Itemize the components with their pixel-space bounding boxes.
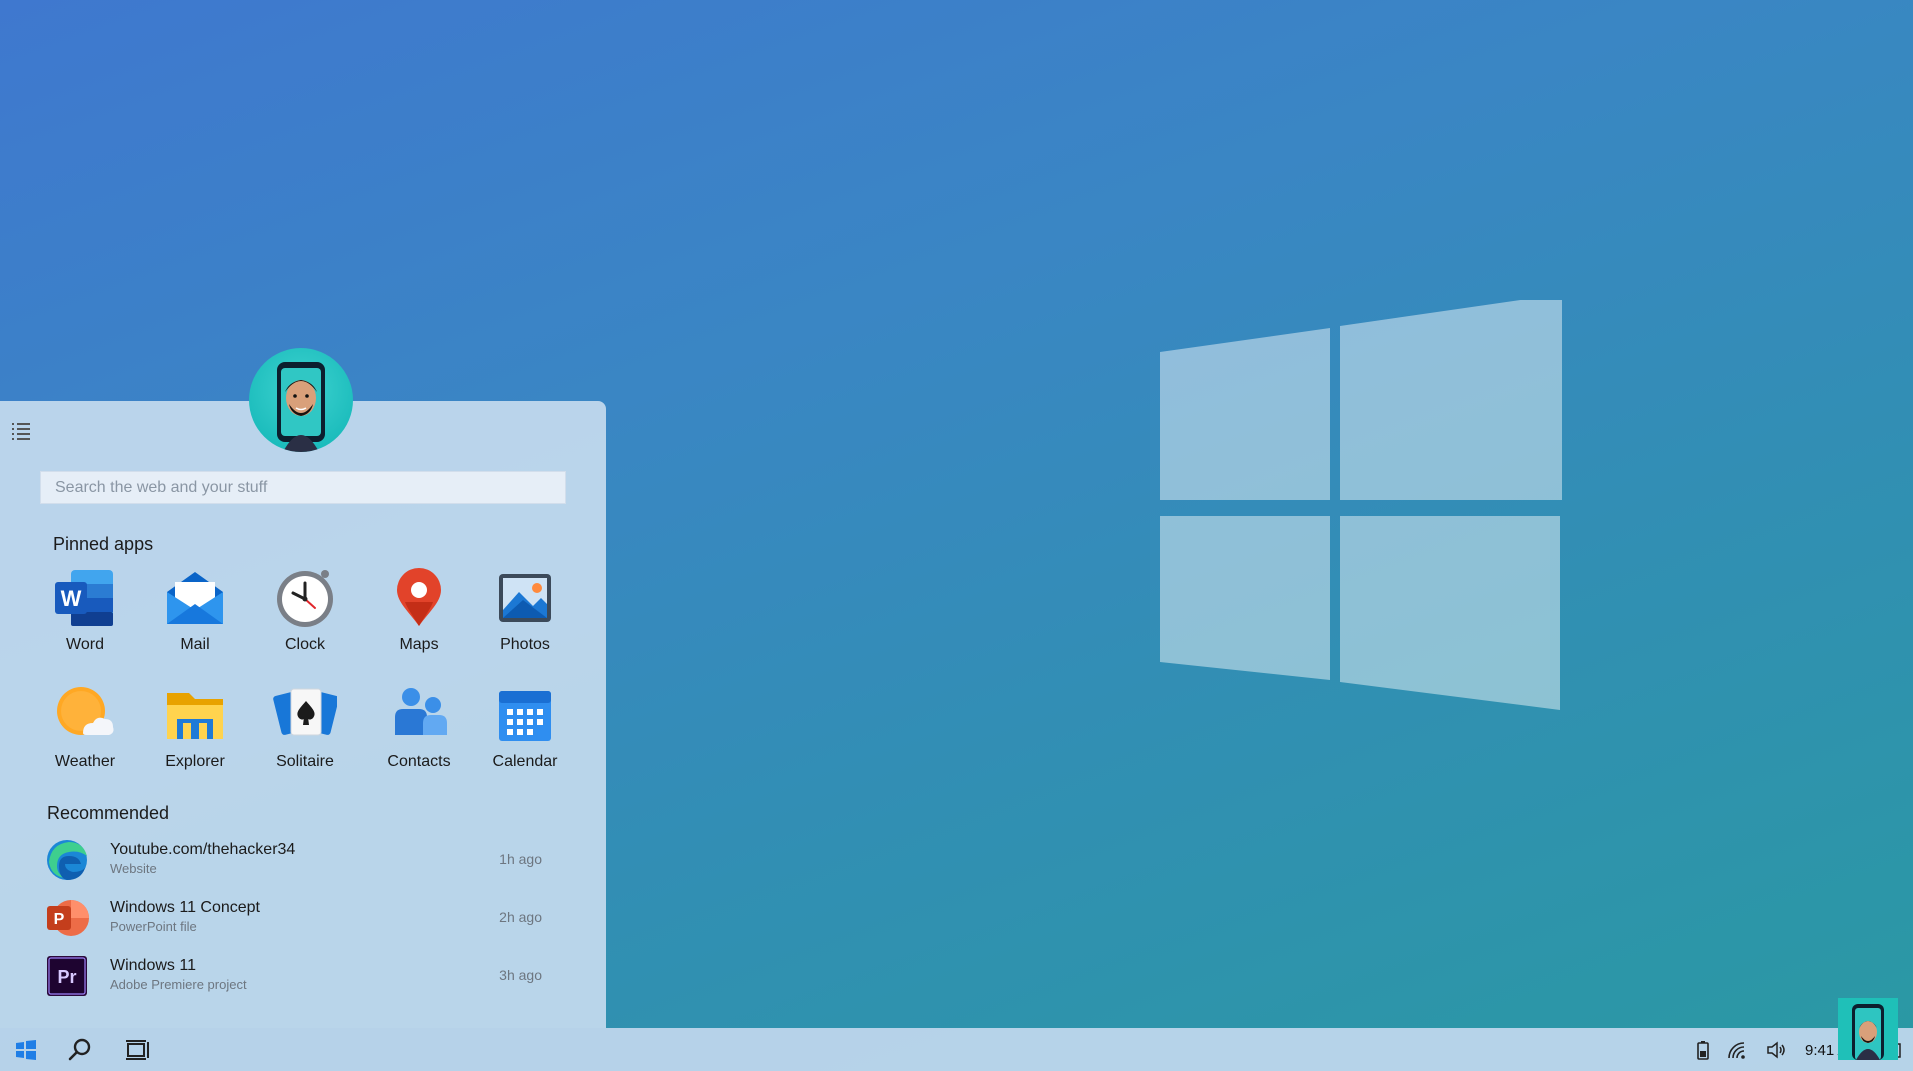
recommended-item-name: Windows 11 xyxy=(110,957,196,974)
recommended-item-name: Youtube.com/thehacker34 xyxy=(110,841,296,858)
clock-icon xyxy=(277,570,333,627)
cards-icon xyxy=(273,688,337,736)
pinned-app-word[interactable]: W Word xyxy=(35,566,135,661)
pinned-app-contacts[interactable]: Contacts xyxy=(369,683,469,778)
pinned-app-explorer[interactable]: Explorer xyxy=(145,683,245,778)
pinned-app-label: Photos xyxy=(500,636,550,653)
recommended-item-type: Adobe Premiere project xyxy=(110,977,247,992)
pinned-app-label: Calendar xyxy=(492,753,558,770)
recommended-list: Youtube.com/thehacker34 Website 1h ago P… xyxy=(40,831,560,1005)
pinned-app-calendar[interactable]: Calendar xyxy=(475,683,575,778)
recommended-item-type: PowerPoint file xyxy=(110,919,197,934)
maps-icon xyxy=(397,568,441,626)
search-icon[interactable] xyxy=(66,1036,94,1064)
photos-icon xyxy=(499,574,551,622)
pinned-app-label: Word xyxy=(66,636,104,653)
windows-start-icon[interactable] xyxy=(12,1036,40,1064)
recommended-item-time: 3h ago xyxy=(499,967,542,983)
pinned-app-photos[interactable]: Photos xyxy=(475,566,575,661)
user-avatar-icon xyxy=(1852,1004,1884,1060)
calendar-icon xyxy=(499,691,551,741)
recommended-item-time: 2h ago xyxy=(499,909,542,925)
battery-icon[interactable] xyxy=(1692,1040,1714,1060)
folder-icon xyxy=(167,693,223,739)
pinned-app-label: Contacts xyxy=(387,753,451,770)
powerpoint-icon: P xyxy=(47,900,89,936)
task-view-icon[interactable] xyxy=(124,1036,152,1064)
pinned-app-maps[interactable]: Maps xyxy=(369,566,469,661)
user-avatar[interactable] xyxy=(249,348,353,452)
pinned-app-label: Mail xyxy=(180,636,210,653)
pinned-app-label: Clock xyxy=(284,636,325,653)
edge-icon xyxy=(47,840,87,880)
svg-text:W: W xyxy=(61,586,82,611)
pinned-app-weather[interactable]: Weather xyxy=(35,683,135,778)
corner-avatar xyxy=(1838,998,1898,1060)
pinned-app-label: Weather xyxy=(54,753,116,770)
wifi-icon[interactable] xyxy=(1726,1040,1748,1060)
recommended-item-time: 1h ago xyxy=(499,851,542,867)
pinned-app-label: Maps xyxy=(399,636,439,653)
recommended-item[interactable]: Youtube.com/thehacker34 Website 1h ago xyxy=(40,831,560,889)
user-avatar-icon xyxy=(277,362,325,452)
recommended-heading: Recommended xyxy=(47,803,170,823)
pinned-apps-heading: Pinned apps xyxy=(53,534,154,554)
pinned-app-label: Solitaire xyxy=(276,753,334,770)
taskbar: 9:41 AM xyxy=(0,1028,1913,1071)
premiere-icon: Pr xyxy=(47,956,87,996)
svg-text:P: P xyxy=(54,911,65,928)
recommended-item-name: Windows 11 Concept xyxy=(110,899,260,916)
recommended-item[interactable]: Pr Windows 11 Adobe Premiere project 3h … xyxy=(40,947,560,1005)
pinned-app-solitaire[interactable]: Solitaire xyxy=(255,683,355,778)
pinned-app-mail[interactable]: Mail xyxy=(145,566,245,661)
volume-icon[interactable] xyxy=(1765,1040,1787,1060)
search-input[interactable] xyxy=(40,471,566,504)
windows-wallpaper-logo xyxy=(1160,300,1562,710)
expand-list-icon[interactable] xyxy=(10,421,32,441)
svg-text:Pr: Pr xyxy=(57,967,76,987)
pinned-app-label: Explorer xyxy=(165,753,225,770)
recommended-item-type: Website xyxy=(110,861,157,876)
weather-icon xyxy=(57,687,114,735)
word-icon: W xyxy=(55,570,113,626)
recommended-item[interactable]: P Windows 11 Concept PowerPoint file 2h … xyxy=(40,889,560,947)
mail-icon xyxy=(167,572,223,624)
pinned-app-clock[interactable]: Clock xyxy=(255,566,355,661)
people-icon xyxy=(395,688,447,735)
start-menu: Pinned apps W Word Mail xyxy=(0,401,606,1028)
